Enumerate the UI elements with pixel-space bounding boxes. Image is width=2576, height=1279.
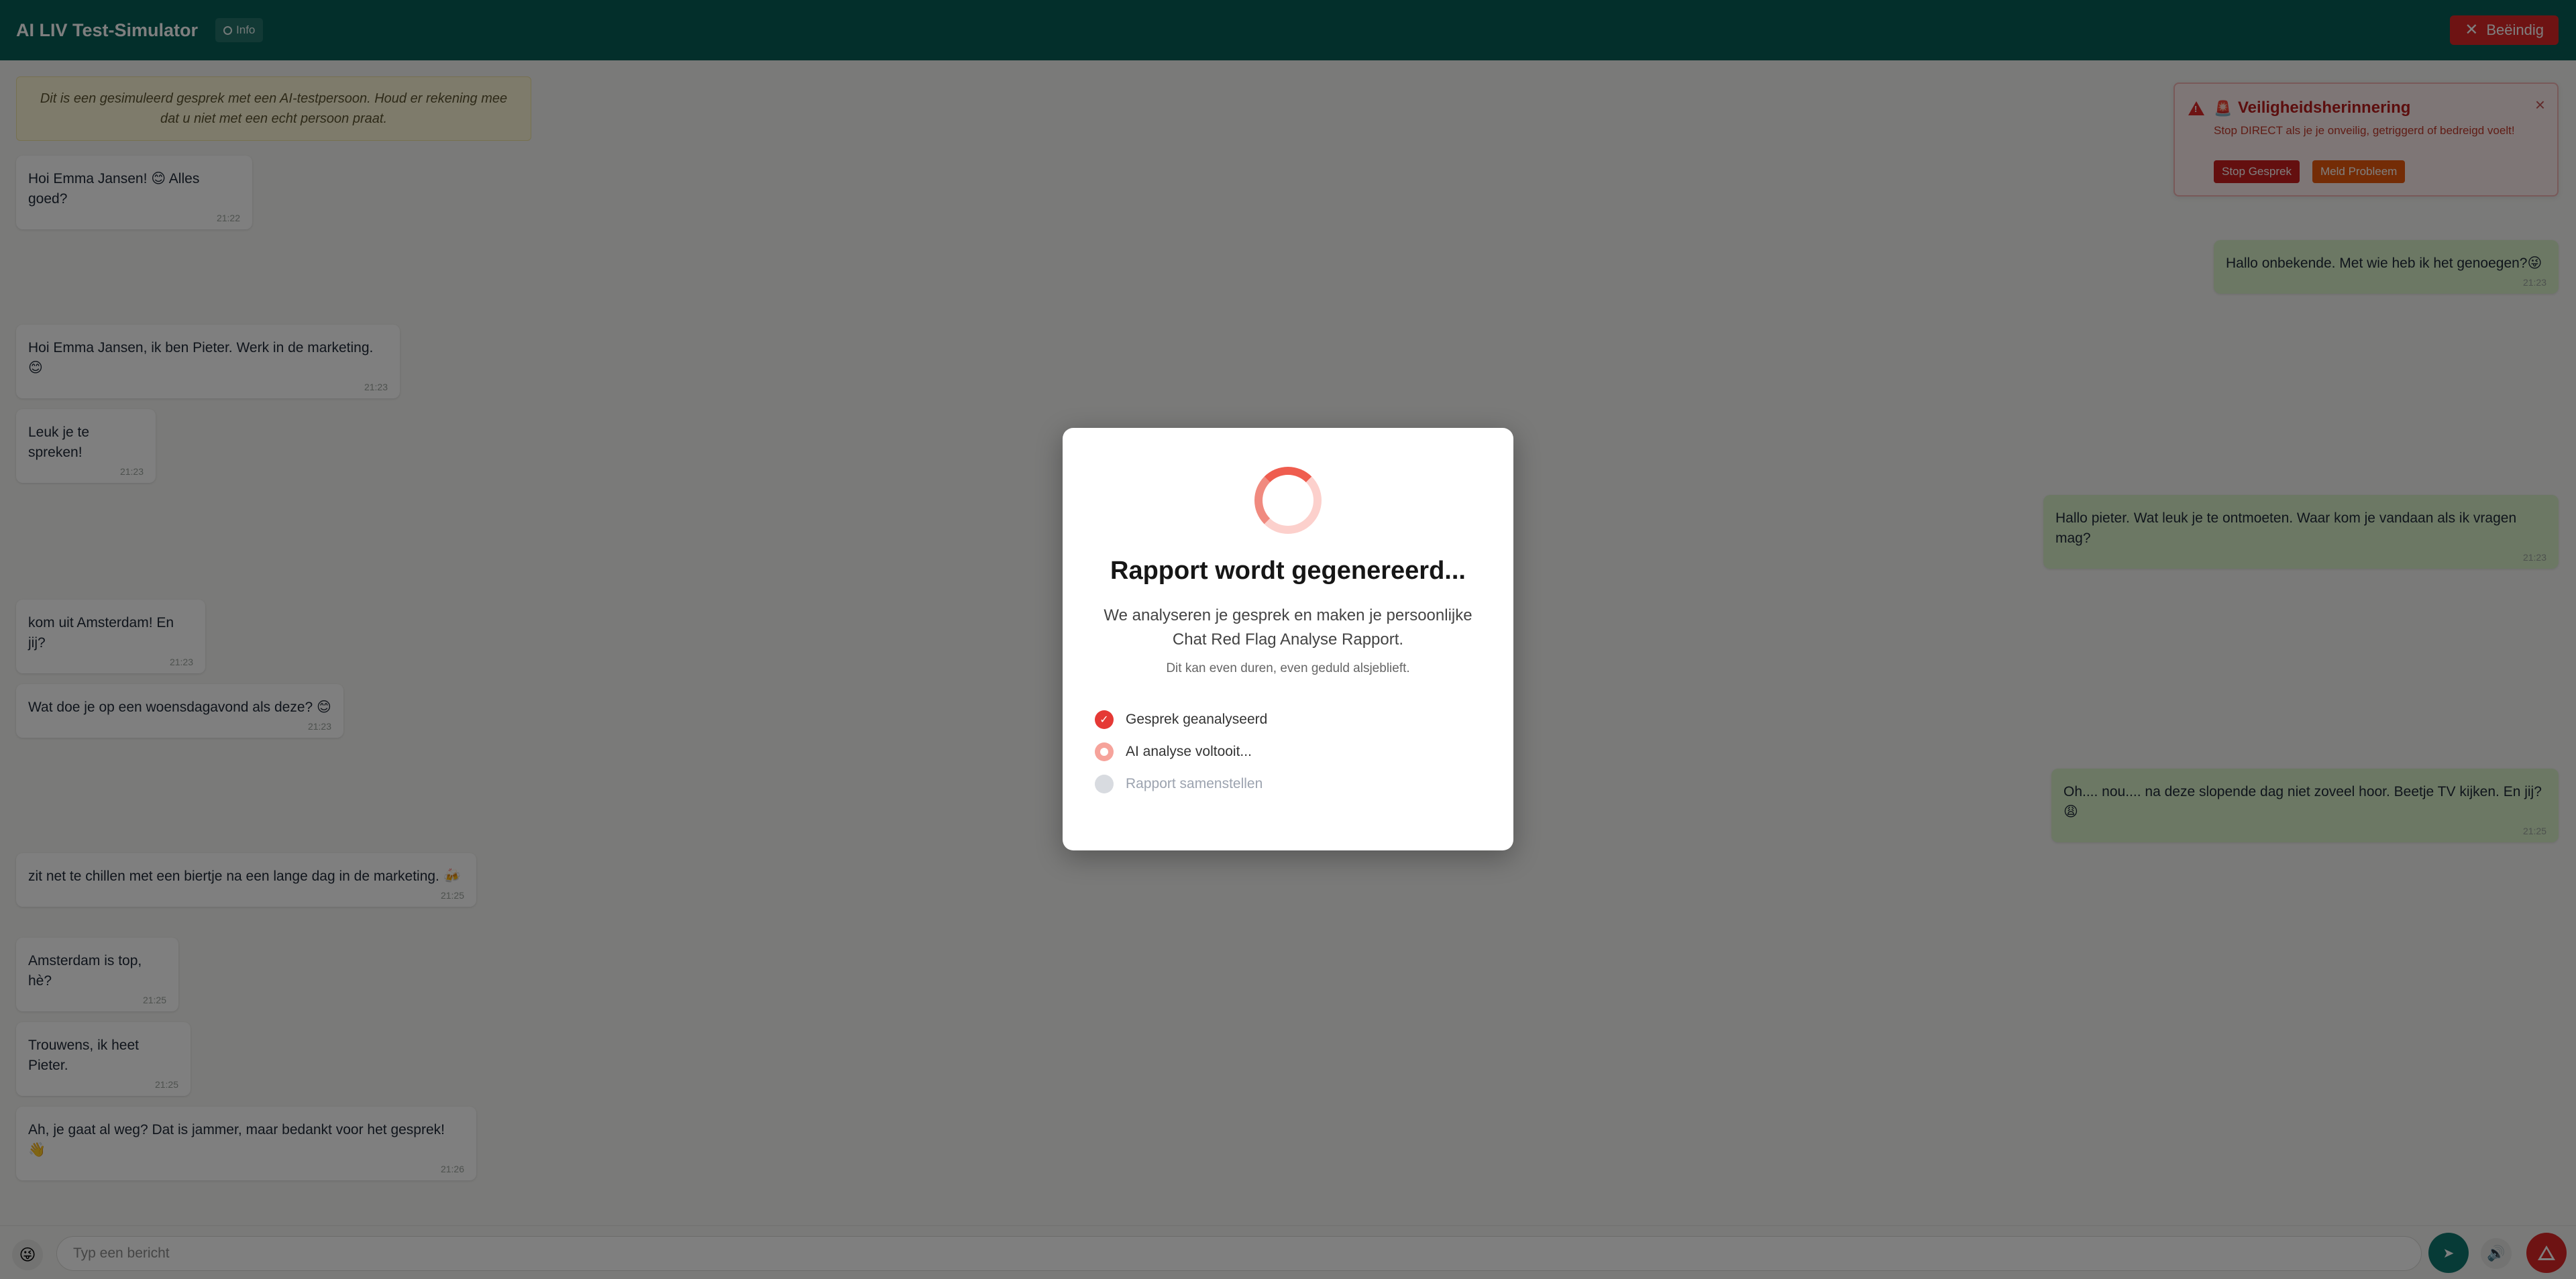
progress-dot-icon [1095, 742, 1114, 761]
modal-overlay: Rapport wordt gegenereerd... We analyser… [0, 0, 2576, 1279]
modal-description: We analyseren je gesprek en maken je per… [1104, 606, 1472, 649]
step-label: AI analyse voltooit... [1126, 744, 1252, 759]
progress-step-ai-analysis: AI analyse voltooit... [1095, 742, 1252, 762]
modal-note: Dit kan even duren, even geduld alsjebli… [1166, 661, 1410, 675]
modal-title: Rapport wordt gegenereerd... [1110, 557, 1466, 585]
step-label: Gesprek geanalyseerd [1126, 712, 1268, 727]
progress-step-analyzed: ✓ Gesprek geanalyseerd [1095, 710, 1267, 730]
step-label: Rapport samenstellen [1126, 776, 1263, 791]
loading-spinner-icon [1254, 467, 1322, 534]
report-generation-modal: Rapport wordt gegenereerd... We analyser… [1063, 428, 1513, 850]
progress-step-compile-report: Rapport samenstellen [1095, 774, 1263, 794]
pending-dot-icon [1095, 775, 1114, 793]
check-icon: ✓ [1095, 710, 1114, 729]
